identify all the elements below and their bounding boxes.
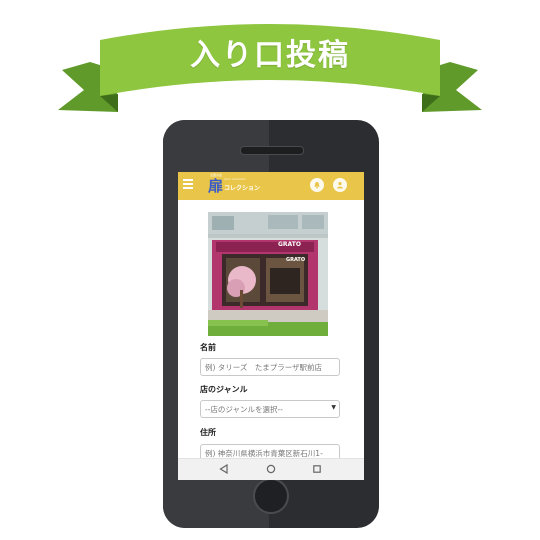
logo-tagline: door collection — [224, 177, 247, 181]
banner-title: 入り口投稿 — [190, 38, 350, 73]
address-label: 住所 — [200, 428, 216, 437]
phone-home-button[interactable] — [253, 478, 289, 514]
phone-speaker — [240, 146, 304, 155]
name-label: 名前 — [200, 343, 216, 352]
notification-button[interactable] — [310, 178, 324, 192]
account-button[interactable] — [333, 178, 347, 192]
user-icon — [337, 182, 343, 189]
genre-label: 店のジャンル — [200, 385, 248, 394]
system-nav-bar — [178, 458, 364, 480]
genre-select-value: --店のジャンルを選択-- — [205, 405, 283, 414]
back-triangle-icon[interactable] — [219, 464, 229, 474]
phone-screen: 全国の扉 扉 door collection コレクション GRATO GRAT… — [178, 172, 364, 480]
name-input[interactable]: 例) タリーズ たまプラーザ駅前店 — [200, 358, 340, 376]
logo-text: コレクション — [224, 185, 261, 192]
dropdown-caret-icon: ▼ — [331, 404, 336, 411]
logo-mark[interactable]: 扉 — [208, 175, 223, 196]
menu-icon[interactable] — [183, 179, 193, 189]
recent-square-icon[interactable] — [312, 464, 322, 474]
storefront-illustration — [208, 212, 328, 336]
title-ribbon: 入り口投稿 — [0, 0, 540, 130]
app-header: 全国の扉 扉 door collection コレクション — [178, 172, 364, 200]
shop-sign-top: GRATO — [278, 241, 301, 248]
bell-icon — [314, 182, 320, 189]
shop-sign-front: GRATO — [286, 257, 306, 263]
home-circle-icon[interactable] — [266, 464, 276, 474]
storefront-photo[interactable]: GRATO GRATO — [208, 212, 328, 336]
genre-select[interactable]: --店のジャンルを選択-- ▼ — [200, 400, 340, 418]
